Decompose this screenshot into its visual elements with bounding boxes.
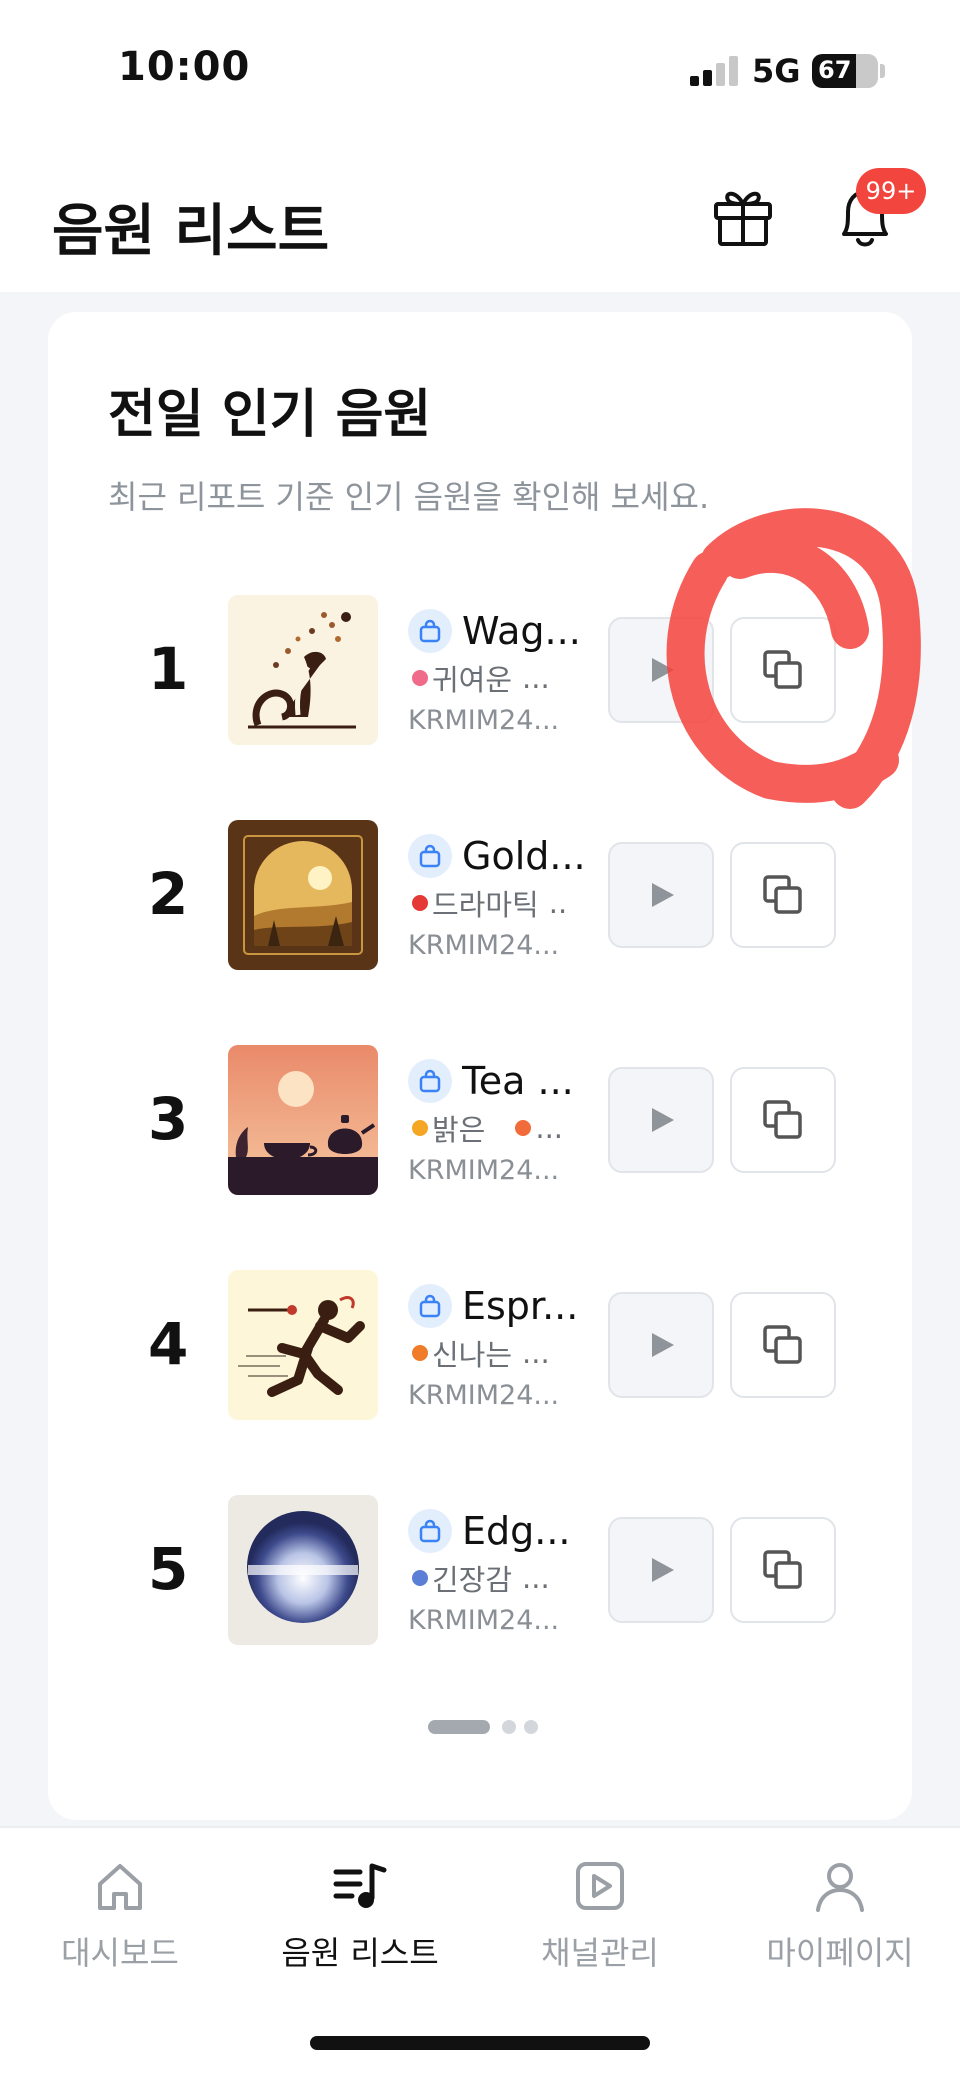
- play-icon: [652, 1333, 674, 1357]
- copy-icon: [763, 1100, 802, 1139]
- track-row[interactable]: 3 Tea ... 밝은 ... KRMIM24...: [48, 1045, 912, 1195]
- play-button[interactable]: [608, 1292, 714, 1398]
- shopping-bag-icon: [408, 834, 452, 878]
- copy-button[interactable]: [730, 617, 836, 723]
- mood-tag: 신나는: [432, 1338, 513, 1372]
- play-icon: [652, 883, 674, 907]
- home-indicator: [310, 2036, 650, 2050]
- copy-button[interactable]: [730, 1292, 836, 1398]
- mood-tag: 귀여운: [432, 663, 513, 697]
- mood-tag: 밝은: [432, 1113, 486, 1147]
- track-code: KRMIM24...: [408, 1380, 560, 1411]
- track-rank: 3: [148, 1085, 189, 1153]
- mood-dot: [412, 1345, 428, 1361]
- more-tags: ...: [535, 1111, 564, 1145]
- track-code: KRMIM24...: [408, 1155, 560, 1186]
- track-cover-image: [228, 595, 378, 745]
- play-icon: [652, 658, 674, 682]
- mood-tag: 긴장감: [432, 1563, 513, 1597]
- more-tags: ...: [522, 1336, 550, 1370]
- play-button[interactable]: [608, 842, 714, 948]
- battery-level: 67: [818, 56, 852, 84]
- play-button[interactable]: [608, 1067, 714, 1173]
- nav-dashboard[interactable]: 대시보드: [10, 1856, 230, 1974]
- network-type: 5G: [752, 52, 801, 90]
- copy-icon: [763, 1325, 802, 1364]
- copy-icon: [763, 1550, 802, 1589]
- track-info: Wag... 귀여운 ... KRMIM24...: [408, 605, 618, 736]
- track-title: Edg...: [462, 1509, 571, 1553]
- nav-music-list[interactable]: 음원 리스트: [250, 1856, 470, 1974]
- track-cover-image: [228, 1495, 378, 1645]
- track-row[interactable]: 2 Gold... 드라마틱 .. KRMIM24...: [48, 820, 912, 970]
- nav-label: 채널관리: [541, 1934, 659, 1972]
- notification-badge: 99+: [856, 168, 926, 214]
- copy-button[interactable]: [730, 842, 836, 948]
- track-title: Tea ...: [462, 1059, 574, 1103]
- mood-dot: [412, 1120, 428, 1136]
- track-row[interactable]: 4 Espr... 신나는 ... KRMIM24...: [48, 1270, 912, 1420]
- track-info: Tea ... 밝은 ... KRMIM24...: [408, 1055, 618, 1186]
- track-cover-image: [228, 1270, 378, 1420]
- nav-my-page[interactable]: 마이페이지: [730, 1856, 950, 1974]
- play-icon: [652, 1558, 674, 1582]
- mood-dot: [412, 670, 428, 686]
- track-title: Espr...: [462, 1284, 579, 1328]
- app-header: 음원 리스트 99+: [0, 140, 960, 292]
- mood-dot: [412, 895, 428, 911]
- battery-icon: 67: [812, 54, 878, 88]
- track-rank: 4: [148, 1310, 189, 1378]
- battery-tip: [880, 64, 885, 78]
- nav-label: 음원 리스트: [281, 1934, 439, 1972]
- track-rank: 1: [148, 635, 189, 703]
- shopping-bag-icon: [408, 1059, 452, 1103]
- section-title: 전일 인기 음원: [108, 385, 432, 445]
- copy-button[interactable]: [730, 1517, 836, 1623]
- mood-dot-secondary: [515, 1120, 532, 1136]
- play-button[interactable]: [608, 617, 714, 723]
- nav-label: 마이페이지: [766, 1934, 914, 1972]
- track-rank: 2: [148, 860, 189, 928]
- status-bar: 10:00 5G 67: [0, 0, 960, 140]
- mood-tag: 드라마틱: [432, 888, 539, 922]
- more-tags: ...: [522, 1561, 550, 1595]
- popular-tracks-card: 전일 인기 음원 최근 리포트 기준 인기 음원을 확인해 보세요. 1 Wag…: [48, 312, 912, 1820]
- nav-label: 대시보드: [61, 1934, 179, 1972]
- track-row[interactable]: 5 Edg... 긴장감 ... KRMIM24...: [48, 1495, 912, 1645]
- shopping-bag-icon: [408, 1284, 452, 1328]
- person-icon: [816, 1863, 864, 1912]
- music-list-icon: [333, 1863, 387, 1908]
- track-row[interactable]: 1 Wag... 귀여운 ... KRMIM24...: [48, 595, 912, 745]
- play-button[interactable]: [608, 1517, 714, 1623]
- status-time: 10:00: [118, 44, 251, 90]
- track-code: KRMIM24...: [408, 1605, 560, 1636]
- gift-icon[interactable]: [708, 180, 778, 250]
- copy-icon: [763, 875, 802, 914]
- play-square-icon: [576, 1862, 624, 1910]
- track-title: Wag...: [462, 609, 581, 653]
- track-code: KRMIM24...: [408, 930, 560, 961]
- copy-icon: [763, 650, 802, 689]
- shopping-bag-icon: [408, 1509, 452, 1553]
- more-tags: ..: [548, 886, 568, 920]
- track-rank: 5: [148, 1535, 189, 1603]
- more-tags: ...: [522, 661, 550, 695]
- page-title: 음원 리스트: [52, 199, 330, 264]
- track-info: Espr... 신나는 ... KRMIM24...: [408, 1280, 618, 1411]
- copy-button[interactable]: [730, 1067, 836, 1173]
- section-subtitle: 최근 리포트 기준 인기 음원을 확인해 보세요.: [108, 478, 710, 516]
- play-icon: [652, 1108, 674, 1132]
- track-cover-image: [228, 1045, 378, 1195]
- track-code: KRMIM24...: [408, 705, 560, 736]
- track-cover-image: [228, 820, 378, 970]
- mood-dot: [412, 1570, 428, 1586]
- track-info: Edg... 긴장감 ... KRMIM24...: [408, 1505, 618, 1636]
- home-icon: [98, 1864, 142, 1910]
- shopping-bag-icon: [408, 609, 452, 653]
- signal-icon: [690, 56, 738, 86]
- track-title: Gold...: [462, 834, 586, 878]
- track-info: Gold... 드라마틱 .. KRMIM24...: [408, 830, 618, 961]
- nav-channel-management[interactable]: 채널관리: [490, 1856, 710, 1974]
